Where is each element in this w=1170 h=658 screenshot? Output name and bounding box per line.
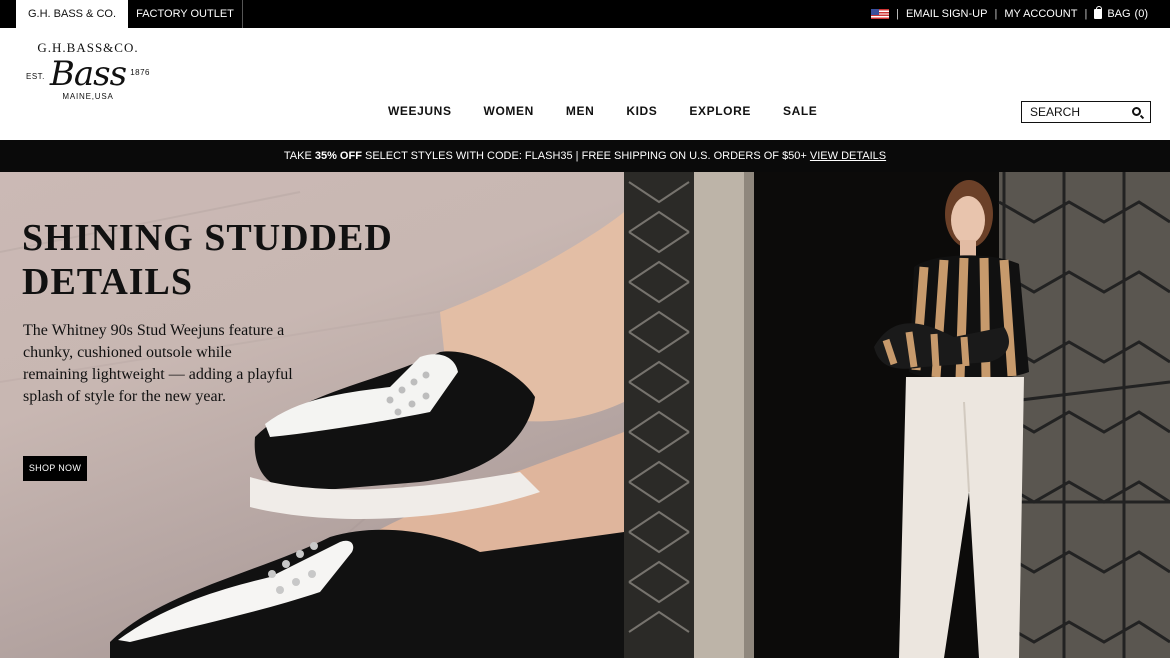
separator: | <box>1084 8 1088 20</box>
view-details-link[interactable]: VIEW DETAILS <box>810 150 886 162</box>
site-header: G.H.BASS&CO. EST. Bass 1876 MAINE,USA WE… <box>0 28 1170 140</box>
logo-script: Bass <box>49 54 127 94</box>
nav-item-weejuns[interactable]: WEEJUNS <box>372 104 468 118</box>
nav-item-explore[interactable]: EXPLORE <box>673 104 767 118</box>
main-nav: WEEJUNS WOMEN MEN KIDS EXPLORE SALE <box>372 104 833 118</box>
bag-count: (0) <box>1134 8 1148 20</box>
promo-banner: TAKE 35% OFF SELECT STYLES WITH CODE: FL… <box>0 140 1170 172</box>
us-flag-icon[interactable] <box>871 9 890 19</box>
tab-gh-bass[interactable]: G.H. BASS & CO. <box>16 0 128 28</box>
promo-prefix: TAKE <box>283 150 315 162</box>
search-icon[interactable] <box>1132 107 1141 116</box>
tab-factory-outlet[interactable]: FACTORY OUTLET <box>128 0 243 28</box>
logo-year: 1876 <box>130 68 150 77</box>
bag-link[interactable]: BAG <box>1107 8 1130 20</box>
nav-item-women[interactable]: WOMEN <box>468 104 550 118</box>
bass-logo[interactable]: G.H.BASS&CO. EST. Bass 1876 MAINE,USA <box>24 38 152 110</box>
nav-item-kids[interactable]: KIDS <box>610 104 673 118</box>
hero-model-image[interactable] <box>624 172 1170 658</box>
utility-links: | EMAIL SIGN-UP | MY ACCOUNT | BAG (0) <box>871 0 1148 28</box>
logo-est: EST. <box>26 72 45 81</box>
shop-now-button[interactable]: SHOP NOW <box>23 456 87 481</box>
search-box <box>1021 101 1151 123</box>
my-account-link[interactable]: MY ACCOUNT <box>1004 8 1077 20</box>
logo-mid: EST. Bass 1876 <box>24 56 152 92</box>
hero-banner: SHINING STUDDED DETAILS The Whitney 90s … <box>0 172 1170 658</box>
hero-copy: The Whitney 90s Stud Weejuns feature a c… <box>23 322 293 405</box>
separator: | <box>896 8 899 20</box>
search-input[interactable] <box>1030 103 1130 121</box>
promo-discount: 35% OFF <box>314 150 362 162</box>
utility-bar: G.H. BASS & CO. FACTORY OUTLET | EMAIL S… <box>0 0 1170 28</box>
model-illustration <box>624 172 1170 658</box>
promo-text: SELECT STYLES WITH CODE: FLASH35 | FREE … <box>361 150 810 162</box>
hero-title: SHINING STUDDED DETAILS <box>22 217 393 303</box>
hero-shoe-image[interactable]: SHINING STUDDED DETAILS The Whitney 90s … <box>0 172 624 658</box>
bag-icon[interactable] <box>1094 6 1103 19</box>
nav-item-sale[interactable]: SALE <box>767 104 833 118</box>
nav-item-men[interactable]: MEN <box>550 104 610 118</box>
email-signup-link[interactable]: EMAIL SIGN-UP <box>906 8 988 20</box>
separator: | <box>994 8 998 20</box>
